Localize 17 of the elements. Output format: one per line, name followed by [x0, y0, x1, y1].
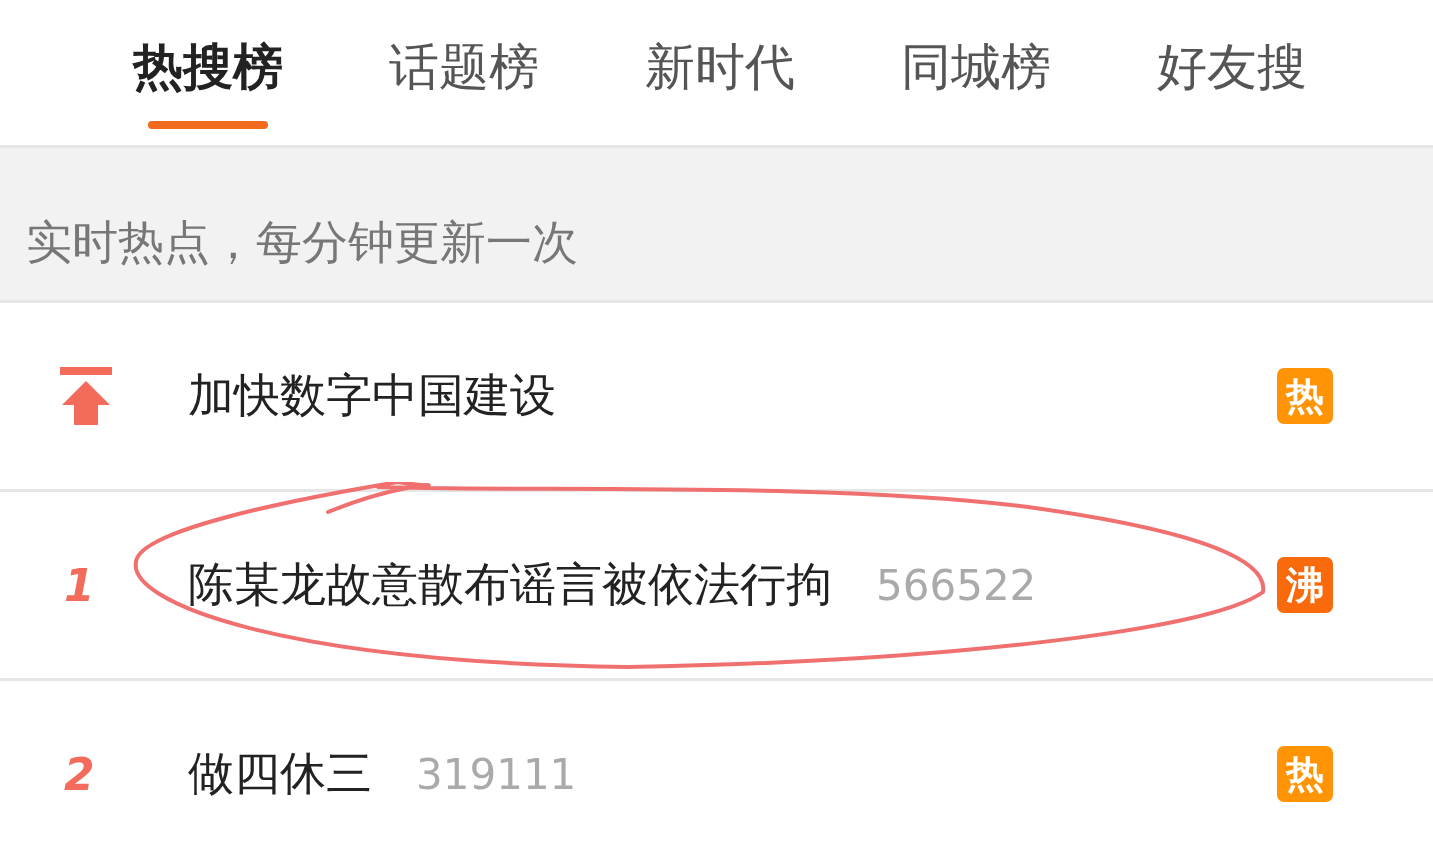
rank-number: 1 — [64, 559, 95, 611]
rank-number: 2 — [64, 748, 95, 800]
hot-badge: 热 — [1277, 746, 1333, 802]
topic-title[interactable]: 加快数字中国建设 — [188, 365, 556, 427]
tab[interactable]: 新时代 — [592, 0, 848, 145]
pin-to-top-icon — [58, 367, 114, 425]
topic-title[interactable]: 做四休三 — [188, 743, 372, 805]
tab[interactable]: 话题榜 — [336, 0, 592, 145]
tab[interactable]: 热搜榜 — [80, 0, 336, 145]
tab[interactable]: 同城榜 — [848, 0, 1104, 145]
topic-title[interactable]: 陈某龙故意散布谣言被依法行拘 — [188, 554, 832, 616]
hot-badge: 沸 — [1277, 557, 1333, 613]
tab[interactable]: 好友搜 — [1104, 0, 1360, 145]
search-count: 566522 — [876, 560, 1037, 610]
hot-badge: 热 — [1277, 368, 1333, 424]
search-count: 319111 — [416, 749, 577, 799]
banner-text: 实时热点，每分钟更新一次 — [26, 214, 578, 271]
